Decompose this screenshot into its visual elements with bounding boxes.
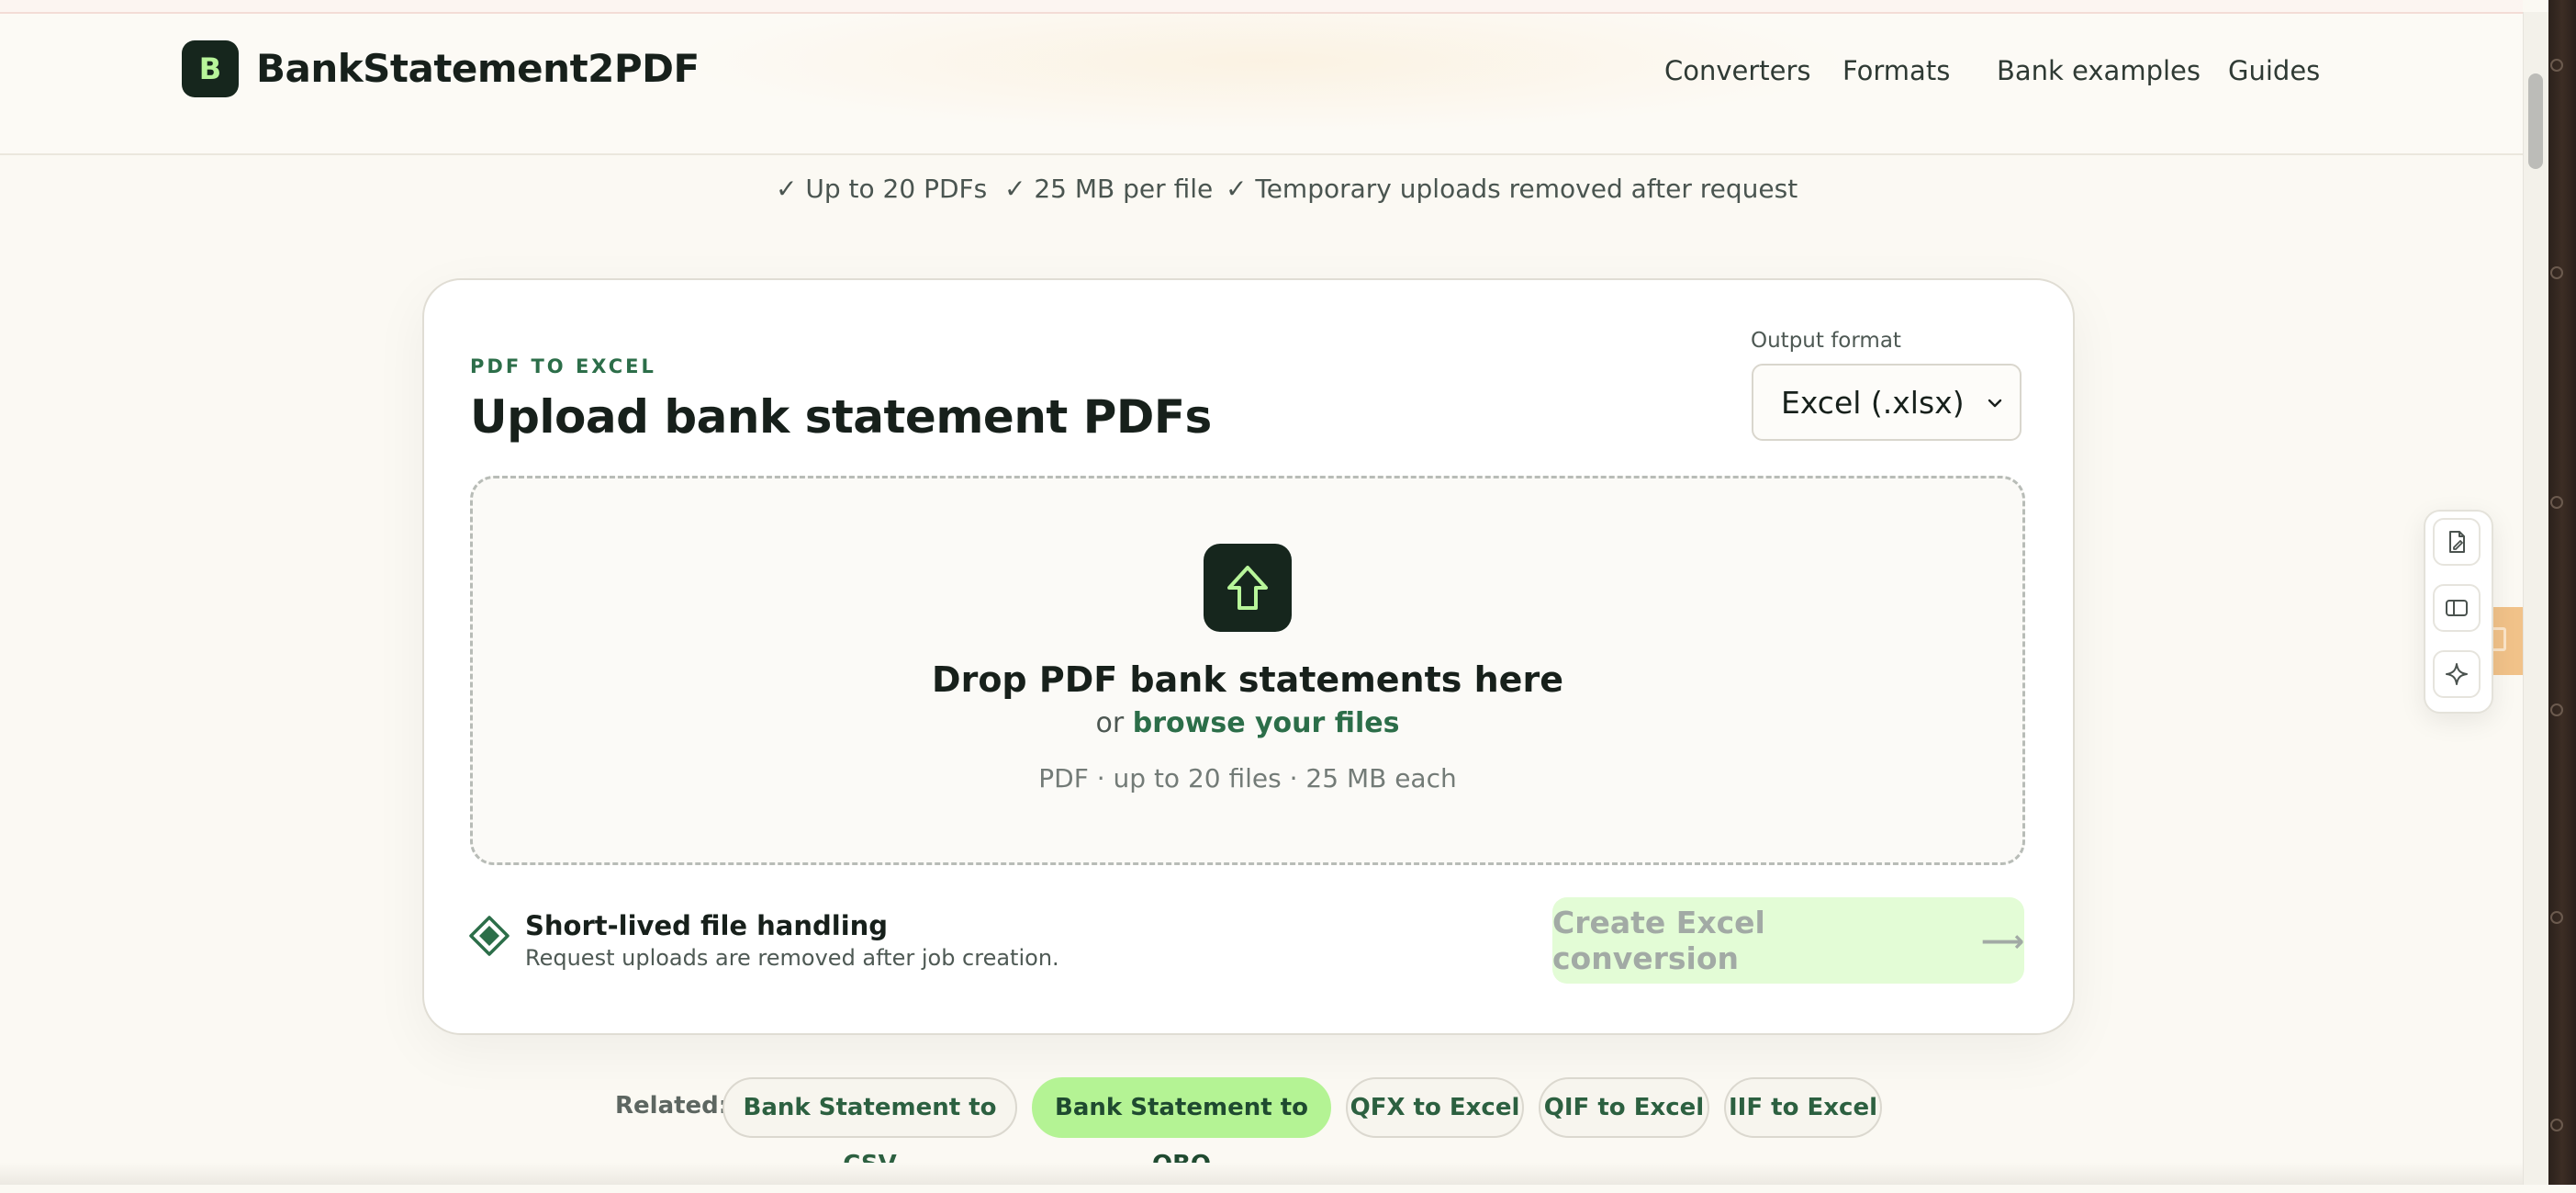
create-conversion-label: Create Excel conversion [1552, 905, 1765, 976]
dropzone-hint: PDF · up to 20 files · 25 MB each [1038, 763, 1457, 793]
feature-max-files: ✓ Up to 20 PDFs [776, 174, 988, 204]
related-chip-qif[interactable]: QIF to Excel [1539, 1077, 1709, 1138]
edge-mark [2550, 703, 2563, 716]
upload-arrow-icon [1204, 544, 1292, 632]
sidebar-panel-icon[interactable] [2433, 584, 2481, 632]
related-chip-iif[interactable]: IIF to Excel [1724, 1077, 1882, 1138]
nav-formats[interactable]: Formats [1842, 52, 1950, 89]
related-chip-qfx[interactable]: QFX to Excel [1346, 1077, 1524, 1138]
security-title: Short-lived file handling [525, 910, 889, 941]
create-conversion-button[interactable]: Create Excel conversion ⟶ [1552, 897, 2024, 984]
dropzone-subtitle: or browse your files [470, 703, 2025, 744]
nav-guides[interactable]: Guides [2228, 52, 2320, 89]
security-subtitle: Request uploads are removed after job cr… [525, 945, 1059, 971]
diamond-shield-icon [469, 916, 510, 956]
related-chip-csv[interactable]: Bank Statement to CSV [722, 1077, 1017, 1178]
pdf-edit-icon[interactable] [2433, 518, 2481, 566]
feature-temporary-uploads: ✓ Temporary uploads removed after reques… [1226, 174, 1798, 204]
edge-mark [2550, 911, 2563, 924]
edge-mark [2550, 266, 2563, 279]
sparkle-icon[interactable] [2433, 650, 2481, 698]
output-format-label: Output format [1751, 329, 1901, 353]
window-edge [2548, 0, 2576, 1185]
chevron-down-icon [1988, 399, 2002, 408]
feature-max-size: ✓ 25 MB per file [1004, 174, 1214, 204]
converter-title: Upload bank statement PDFs [470, 390, 1212, 444]
top-accent-line [0, 0, 2523, 14]
edge-mark [2550, 496, 2563, 509]
converter-eyebrow: PDF TO EXCEL [470, 355, 656, 377]
nav-bank-examples[interactable]: Bank examples [1997, 52, 2201, 89]
brand-logo-mark[interactable]: B [182, 40, 239, 97]
dropzone-or-text: or [1095, 707, 1125, 739]
edge-mark [2550, 59, 2563, 72]
bottom-fade [0, 1163, 2523, 1185]
related-label: Related: [615, 1092, 729, 1120]
brand-name[interactable]: BankStatement2PDF [256, 46, 700, 92]
related-chip-qbo[interactable]: Bank Statement to QBO [1032, 1077, 1331, 1178]
browse-files-link[interactable]: browse your files [1133, 707, 1400, 739]
output-format-select[interactable]: Excel (.xlsx) [1752, 364, 2022, 441]
nav-converters[interactable]: Converters [1664, 52, 1811, 89]
edge-mark [2550, 1119, 2563, 1131]
scrollbar-thumb[interactable] [2528, 73, 2543, 169]
output-format-value: Excel (.xlsx) [1781, 385, 1965, 421]
arrow-right-icon: ⟶ [1980, 922, 2024, 959]
dropzone-title: Drop PDF bank statements here [932, 659, 1563, 700]
scrollbar-track[interactable] [2523, 12, 2549, 1185]
